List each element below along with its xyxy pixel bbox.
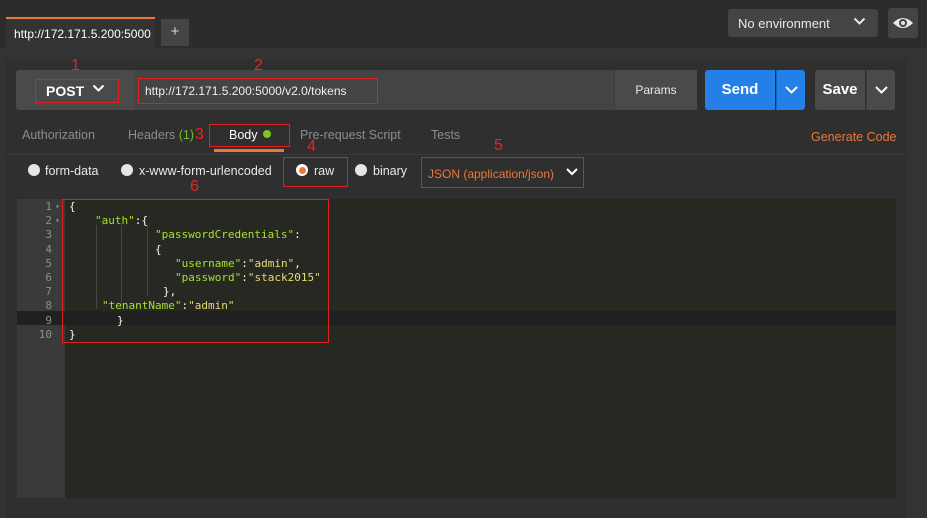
save-options-button[interactable]	[866, 70, 895, 110]
params-button[interactable]: Params	[614, 70, 697, 110]
fold-toggle-icon[interactable]: ▾	[55, 202, 60, 211]
environment-select[interactable]: No environment	[728, 9, 878, 37]
eye-icon	[893, 18, 913, 28]
annotation-number: 2	[254, 57, 263, 74]
annotation-number: 3	[195, 126, 204, 143]
line-number: 9	[45, 313, 52, 327]
radio-form-data[interactable]	[28, 164, 40, 176]
tab-tests[interactable]: Tests	[431, 128, 460, 142]
line-number: 6	[45, 271, 52, 284]
chevron-down-icon	[853, 17, 866, 25]
annotation-box-method	[35, 79, 119, 103]
line-number: 8	[45, 299, 52, 313]
generate-code-link[interactable]: Generate Code	[811, 130, 896, 144]
chevron-down-icon	[785, 86, 798, 94]
tabs-divider	[6, 154, 906, 155]
line-number: 5	[45, 256, 52, 270]
request-tab[interactable]: http://172.171.5.200:5000	[6, 17, 155, 48]
annotation-box-raw	[283, 157, 348, 187]
fold-toggle-icon[interactable]: ▾	[55, 216, 60, 225]
line-number: 1	[45, 200, 52, 213]
save-button[interactable]: Save	[815, 70, 865, 110]
annotation-box-body-tab	[209, 124, 290, 147]
radio-x-www-form-urlencoded[interactable]	[121, 164, 133, 176]
line-number: 10	[38, 327, 52, 341]
radio-form-data-label[interactable]: form-data	[45, 164, 99, 178]
add-tab-button[interactable]: +	[161, 19, 189, 46]
annotation-box-content-type	[421, 157, 584, 188]
annotation-number: 6	[190, 178, 199, 195]
line-number: 2	[45, 214, 52, 228]
send-options-button[interactable]	[776, 70, 805, 110]
environment-select-label: No environment	[738, 16, 830, 31]
radio-x-www-form-urlencoded-label[interactable]: x-www-form-urlencoded	[139, 164, 272, 178]
environment-quick-look-button[interactable]	[888, 8, 918, 38]
line-number: 7	[45, 285, 52, 299]
radio-binary-label[interactable]: binary	[373, 164, 407, 178]
annotation-number: 5	[494, 137, 503, 154]
send-button[interactable]: Send	[705, 70, 775, 110]
annotation-number: 1	[71, 57, 80, 74]
tab-headers[interactable]: Headers (1)	[128, 128, 194, 142]
line-number: 3	[45, 228, 52, 242]
active-tab-indicator	[214, 149, 284, 152]
annotation-box-body-code	[62, 199, 329, 343]
tab-authorization[interactable]: Authorization	[22, 128, 95, 142]
annotation-number: 4	[307, 138, 316, 155]
annotation-box-url	[138, 78, 378, 104]
radio-binary[interactable]	[355, 164, 367, 176]
headers-count-badge: (1)	[178, 128, 195, 142]
chevron-down-icon	[875, 86, 888, 94]
line-number: 4	[45, 242, 52, 256]
tab-headers-label: Headers	[128, 128, 176, 142]
